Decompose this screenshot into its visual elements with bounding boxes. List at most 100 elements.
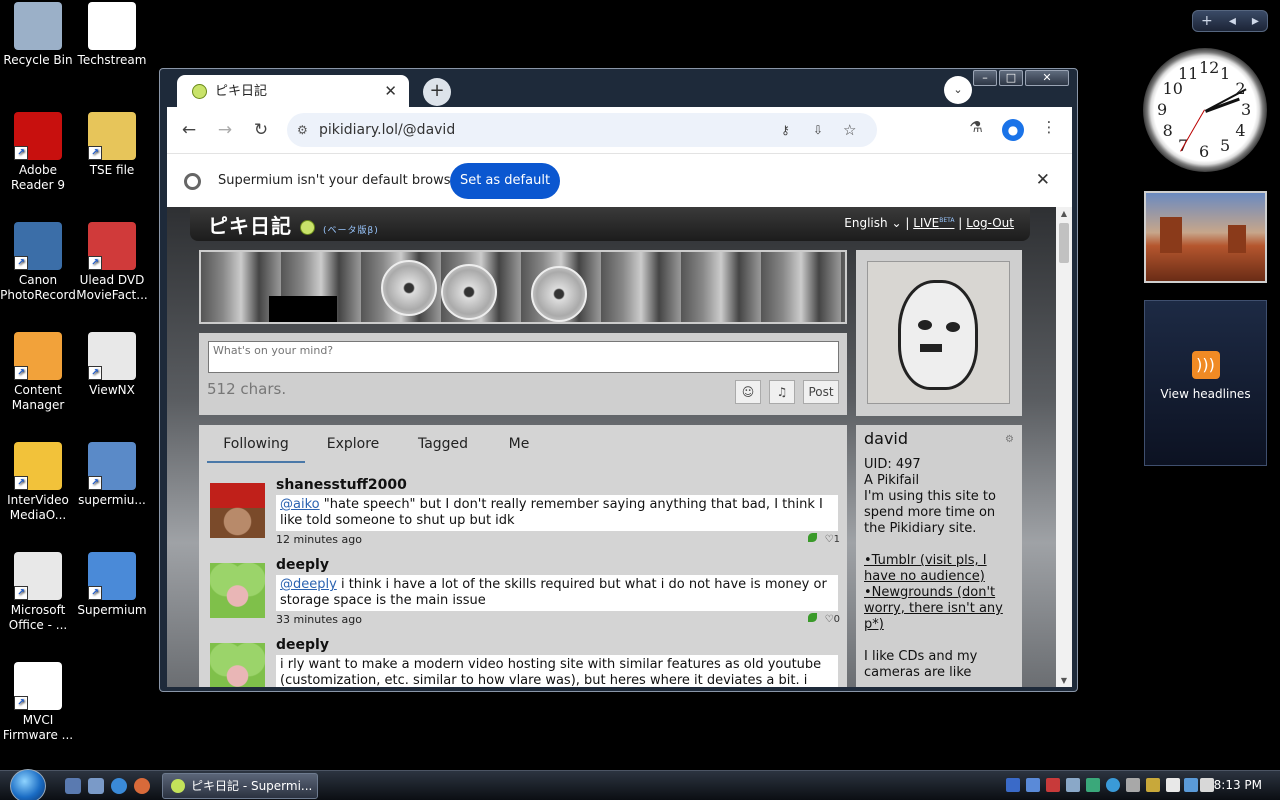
forward-button[interactable]: → (213, 118, 237, 142)
post-avatar[interactable] (210, 643, 265, 687)
heart-icon[interactable]: ♡ (825, 534, 834, 545)
emoji-button[interactable]: ☺ (735, 380, 761, 404)
profile-avatar-icon[interactable]: ● (1002, 119, 1024, 141)
page-scrollbar[interactable]: ▲ ▼ (1056, 207, 1072, 687)
tray-monitor-icon[interactable] (1086, 778, 1100, 792)
leaf-icon[interactable] (807, 533, 817, 542)
start-button[interactable] (10, 769, 46, 800)
post-username[interactable]: deeply (276, 557, 329, 573)
url-text[interactable]: pikidiary.lol/@david (319, 122, 455, 138)
tab-pikidiary[interactable]: ピキ日記 ✕ (177, 75, 409, 110)
post-username[interactable]: shanesstuff2000 (276, 477, 407, 493)
scroll-thumb[interactable] (1059, 223, 1069, 263)
tumblr-link[interactable]: •Tumblr (visit pls, I have no audience) (864, 553, 1016, 585)
taskbar-browser-button[interactable]: ピキ日記 - Supermi... (162, 773, 318, 799)
desktop-icon[interactable]: ↗ MVCI Firmware ... (0, 662, 76, 743)
media-player-icon[interactable] (134, 778, 150, 794)
content-manager-icon: ↗ (14, 332, 62, 380)
new-tab-button[interactable]: + (423, 78, 451, 106)
switch-windows-icon[interactable] (88, 778, 104, 794)
desktop-icon[interactable]: ↗ Supermium (74, 552, 150, 618)
desktop-icon-label: Ulead DVD MovieFact... (76, 273, 148, 302)
scroll-down-icon[interactable]: ▼ (1056, 676, 1072, 685)
desktop-icon[interactable]: Recycle Bin (0, 2, 76, 68)
feed-headlines-gadget[interactable]: ))) View headlines (1144, 300, 1267, 466)
shortcut-arrow-icon: ↗ (88, 366, 102, 380)
status-textarea[interactable] (208, 341, 839, 373)
profile-bio-text-2: I like CDs and my cameras are like (864, 649, 978, 680)
site-logo[interactable]: ピキ日記 (ベータ版β) (208, 210, 379, 239)
heart-icon[interactable]: ♡ (825, 614, 834, 625)
clock-number: 9 (1157, 100, 1168, 119)
desktop-icon[interactable]: Techstream (74, 2, 150, 68)
page-viewport: ピキ日記 (ベータ版β) English ⌄ | LIVEBETA | Log-… (167, 207, 1072, 687)
tray-printer-icon[interactable] (1126, 778, 1140, 792)
desktop-icon[interactable]: ↗ Adobe Reader 9 (0, 112, 76, 193)
tab-tagged[interactable]: Tagged (407, 433, 479, 463)
desktop-icon[interactable]: ↗ Microsoft Office - ... (0, 552, 76, 633)
leaf-icon[interactable] (807, 613, 817, 622)
desktop-icon[interactable]: ↗ ViewNX (74, 332, 150, 398)
menu-kebab-icon[interactable]: ⋮ (1038, 118, 1060, 136)
tab-following[interactable]: Following (207, 433, 305, 463)
desktop-icon[interactable]: ↗ TSE file (74, 112, 150, 178)
site-info-icon[interactable]: ⚙ (297, 113, 308, 147)
tray-device-icon[interactable] (1066, 778, 1080, 792)
logout-link[interactable]: Log-Out (966, 216, 1014, 230)
post-avatar[interactable] (210, 483, 265, 538)
desktop-icon-label: Techstream (77, 53, 147, 67)
desktop-icon[interactable]: ↗ Ulead DVD MovieFact... (74, 222, 150, 303)
newgrounds-link[interactable]: •Newgrounds (don't worry, there isn't an… (864, 585, 1016, 633)
next-gadget-button[interactable]: ▸ (1252, 13, 1259, 29)
tab-me[interactable]: Me (497, 433, 541, 463)
shortcut-arrow-icon: ↗ (88, 586, 102, 600)
post-avatar[interactable] (210, 563, 265, 618)
reload-button[interactable]: ↻ (249, 118, 273, 142)
install-app-icon[interactable]: ⇩ (813, 113, 823, 147)
address-bar[interactable]: ⚙ pikidiary.lol/@david ☆ ⇩ ⚷ (287, 113, 877, 147)
post-button[interactable]: Post (803, 380, 839, 404)
bookmark-star-icon[interactable]: ☆ (843, 113, 856, 147)
tray-security-icon[interactable] (1046, 778, 1060, 792)
live-link[interactable]: LIVEBETA (913, 216, 954, 230)
labs-flask-icon[interactable]: ⚗ (965, 118, 987, 136)
slideshow-gadget[interactable] (1144, 191, 1267, 283)
post-username[interactable]: deeply (276, 637, 329, 653)
internet-explorer-icon[interactable] (111, 778, 127, 794)
tray-volume-icon[interactable] (1200, 778, 1214, 792)
clock-gadget[interactable]: 121234567891011 (1143, 48, 1267, 172)
tab-close-icon[interactable]: ✕ (384, 75, 397, 108)
tray-update-icon[interactable] (1106, 778, 1120, 792)
tray-network-icon-2[interactable] (1184, 778, 1198, 792)
tray-clipboard-icon[interactable] (1166, 778, 1180, 792)
tab-search-button[interactable]: ⌄ (944, 76, 972, 104)
language-select[interactable]: English ⌄ (844, 216, 901, 230)
desktop-icon[interactable]: ↗ supermiu... (74, 442, 150, 508)
desktop-icon-label: Microsoft Office - ... (8, 603, 68, 632)
shortcut-arrow-icon: ↗ (14, 696, 28, 710)
password-key-icon[interactable]: ⚷ (781, 113, 790, 147)
browser-toolbar: ← → ↻ ⚙ pikidiary.lol/@david ☆ ⇩ ⚷ ⚗ ● ⋮ (167, 107, 1072, 153)
desktop-icon[interactable]: ↗ Canon PhotoRecord (0, 222, 76, 303)
prev-gadget-button[interactable]: ◂ (1229, 13, 1236, 29)
installer-icon: ↗ (88, 442, 136, 490)
music-button[interactable]: ♫ (769, 380, 795, 404)
desktop-icon[interactable]: ↗ InterVideo MediaO... (0, 442, 76, 523)
post-mention-link[interactable]: @aiko (280, 497, 320, 512)
tray-app-icon[interactable] (1146, 778, 1160, 792)
back-button[interactable]: ← (177, 118, 201, 142)
infobar-close-icon[interactable]: ✕ (1036, 170, 1050, 190)
scroll-up-icon[interactable]: ▲ (1056, 209, 1072, 218)
clock-number: 3 (1241, 100, 1252, 119)
show-desktop-icon[interactable] (65, 778, 81, 794)
post-mention-link[interactable]: @deeply (280, 577, 337, 592)
add-gadget-button[interactable]: + (1201, 13, 1213, 29)
tray-clock[interactable]: 8:13 PM (1214, 778, 1262, 792)
tab-explore[interactable]: Explore (319, 433, 387, 463)
settings-gear-icon[interactable]: ⚙ (1005, 432, 1014, 448)
set-default-button[interactable]: Set as default (450, 163, 560, 199)
shortcut-arrow-icon: ↗ (14, 146, 28, 160)
tray-network-icon[interactable] (1006, 778, 1020, 792)
tray-bluetooth-icon[interactable] (1026, 778, 1040, 792)
desktop-icon[interactable]: ↗ Content Manager (0, 332, 76, 413)
